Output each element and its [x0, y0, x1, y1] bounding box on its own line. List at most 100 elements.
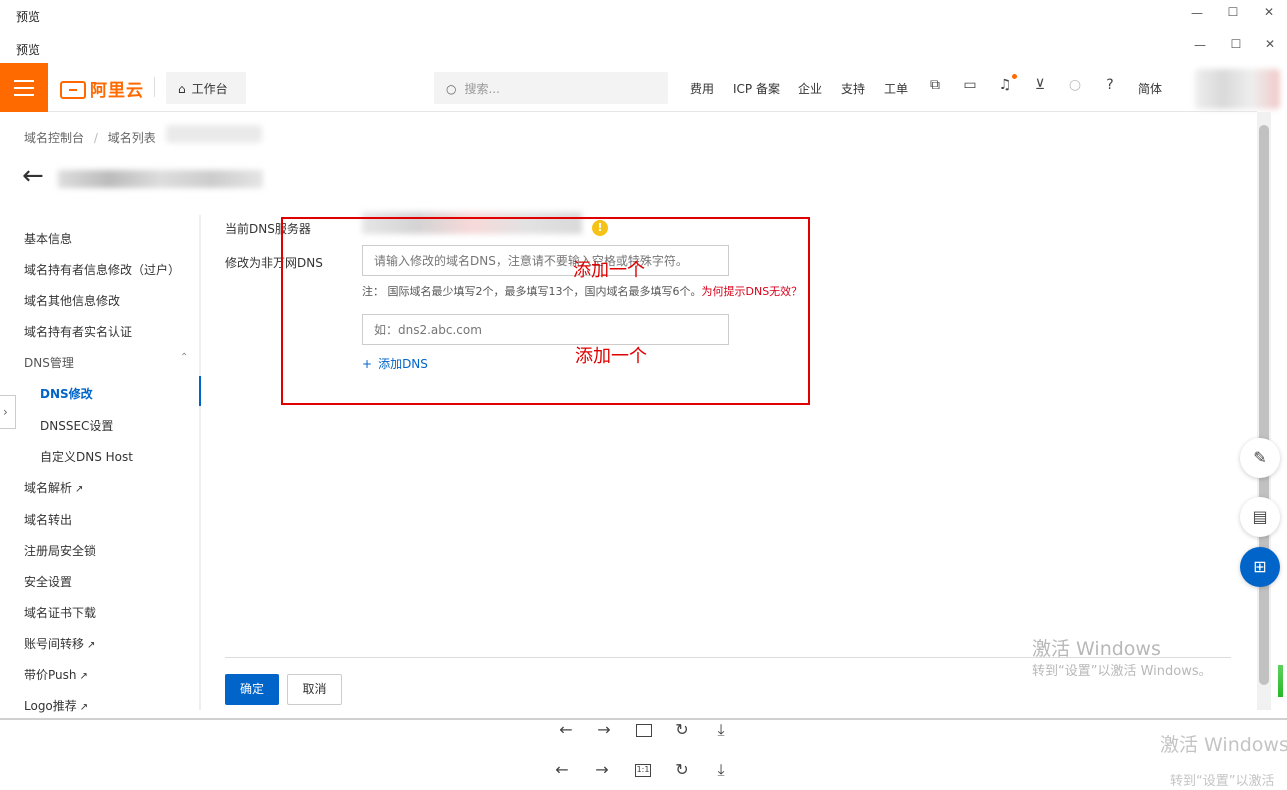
- rotate-icon[interactable]: ↻: [671, 720, 693, 739]
- next-arrow-icon[interactable]: →: [593, 720, 615, 739]
- chat-icon: ▤: [1252, 507, 1268, 526]
- search-input[interactable]: ○ 搜索...: [434, 72, 668, 104]
- windows-activation-hint: 转到“设置”以激活 Windows。: [1032, 664, 1212, 679]
- windows-activation-watermark-outer: 激活 Windows: [1160, 734, 1287, 756]
- home-icon: ⌂: [178, 82, 186, 96]
- inner-close-button[interactable]: ✕: [1258, 37, 1282, 51]
- workbench-label: 工作台: [191, 82, 228, 96]
- scrollbar-thumb[interactable]: [1259, 125, 1269, 685]
- nav-link-enterprise[interactable]: 企业: [798, 80, 822, 97]
- cancel-button[interactable]: 取消: [287, 674, 342, 705]
- redacted-domain-title: [58, 170, 263, 188]
- notification-dot: [1012, 74, 1017, 79]
- sidebar-item-label: 带价Push: [24, 668, 77, 682]
- sidebar-item-logo[interactable]: Logo推荐 ↗: [24, 697, 88, 714]
- outer-minimize-button[interactable]: —: [1185, 6, 1209, 20]
- logo-text: 阿里云: [90, 81, 144, 101]
- sidebar-item-dns-resolve[interactable]: 域名解析 ↗: [24, 479, 83, 496]
- windows-activation-hint-outer: 转到“设置”以激活: [1170, 774, 1275, 789]
- rotate-icon[interactable]: ↻: [671, 760, 693, 779]
- outer-window-titlebar: 预览 — ☐ ✕: [0, 0, 1287, 30]
- nav-link-support[interactable]: 支持: [841, 80, 865, 97]
- chevron-right-icon: ›: [3, 405, 8, 419]
- bell-icon[interactable]: ♫: [995, 77, 1015, 93]
- nav-link-ticket[interactable]: 工单: [884, 80, 908, 97]
- fit-window-icon[interactable]: [633, 720, 655, 739]
- search-placeholder: 搜索...: [464, 82, 500, 96]
- sidebar-item-cert-download[interactable]: 域名证书下载: [24, 604, 96, 621]
- download-icon[interactable]: ⤓: [710, 760, 732, 780]
- breadcrumb-domain-list[interactable]: 域名列表: [108, 131, 156, 145]
- sidebar-item-other-info[interactable]: 域名其他信息修改: [24, 292, 120, 309]
- app-icon[interactable]: ⧉: [925, 77, 945, 93]
- sidebar-item-registry-lock[interactable]: 注册局安全锁: [24, 542, 96, 559]
- annotation-text-2: 添加一个: [575, 346, 647, 367]
- language-switch[interactable]: 简体: [1138, 80, 1162, 97]
- aliyun-logo-icon: [60, 81, 86, 99]
- annotation-box: [281, 217, 810, 405]
- sidebar-item-owner-change[interactable]: 域名持有者信息修改（过户）: [24, 261, 180, 278]
- sidebar-item-label: 账号间转移: [24, 637, 85, 651]
- breadcrumb: 域名控制台 / 域名列表: [24, 129, 156, 146]
- divider: [154, 77, 155, 97]
- redacted-breadcrumb: [166, 125, 262, 143]
- sidebar-item-label: Logo推荐: [24, 699, 77, 713]
- external-link-icon: ↗: [79, 671, 88, 682]
- external-link-icon: ↗: [75, 484, 84, 495]
- back-arrow-icon[interactable]: ←: [22, 163, 44, 189]
- sidebar-item-account-transfer[interactable]: 账号间转移 ↗: [24, 635, 95, 652]
- sidebar-expand-button[interactable]: ›: [0, 395, 16, 429]
- sidebar-divider: [199, 215, 201, 710]
- actual-size-icon[interactable]: 1:1: [632, 760, 654, 779]
- nav-link-icp[interactable]: ICP 备案: [733, 80, 780, 97]
- chevron-up-icon[interactable]: ⌃: [180, 352, 188, 363]
- inner-window-title: 预览: [16, 43, 41, 57]
- edit-feedback-button[interactable]: ✎: [1240, 438, 1280, 478]
- hamburger-menu-button[interactable]: [0, 63, 48, 112]
- help-icon[interactable]: ?: [1100, 77, 1120, 93]
- prev-arrow-icon[interactable]: ←: [551, 760, 573, 779]
- confirm-button[interactable]: 确定: [225, 674, 279, 705]
- apps-grid-icon: ⊞: [1253, 557, 1267, 576]
- sidebar-item-realname[interactable]: 域名持有者实名认证: [24, 323, 132, 340]
- breadcrumb-separator: /: [93, 131, 98, 145]
- avatar[interactable]: [1195, 69, 1280, 109]
- top-header: 阿里云 ⌂ 工作台 ○ 搜索... 费用 ICP 备案 企业 支持 工单 ⧉ ▭ ♫…: [0, 63, 1280, 112]
- inner-viewer-toolbar: ← → ↻ ⤓: [540, 720, 740, 744]
- outer-window-title: 预览: [16, 10, 41, 24]
- outer-close-button[interactable]: ✕: [1257, 5, 1281, 19]
- terminal-icon[interactable]: ▭: [960, 77, 980, 93]
- lightbulb-icon[interactable]: ○: [1065, 77, 1085, 93]
- prev-arrow-icon[interactable]: ←: [555, 720, 577, 739]
- sidebar-active-indicator: [199, 376, 201, 406]
- breadcrumb-domain-console[interactable]: 域名控制台: [24, 131, 84, 145]
- chat-button[interactable]: ▤: [1240, 497, 1280, 537]
- inner-minimize-button[interactable]: —: [1188, 38, 1212, 52]
- next-arrow-icon[interactable]: →: [591, 760, 613, 779]
- sidebar-item-price-push[interactable]: 带价Push ↗: [24, 666, 88, 683]
- sidebar-item-dnssec[interactable]: DNSSEC设置: [40, 417, 113, 434]
- workbench-button[interactable]: ⌂ 工作台: [166, 72, 246, 104]
- sidebar: 基本信息 域名持有者信息修改（过户） 域名其他信息修改 域名持有者实名认证 DN…: [0, 215, 200, 713]
- annotation-text-1: 添加一个: [573, 260, 645, 281]
- apps-button[interactable]: ⊞: [1240, 547, 1280, 587]
- windows-activation-watermark: 激活 Windows: [1032, 638, 1161, 660]
- sidebar-item-dns-modify[interactable]: DNS修改: [40, 385, 93, 402]
- aliyun-logo[interactable]: 阿里云: [60, 76, 144, 101]
- sidebar-item-dns-management[interactable]: DNS管理: [24, 354, 74, 371]
- cart-icon[interactable]: ⊻: [1030, 77, 1050, 93]
- pencil-icon: ✎: [1253, 448, 1267, 467]
- sidebar-item-custom-dns-host[interactable]: 自定义DNS Host: [40, 448, 133, 465]
- sidebar-item-transfer-out[interactable]: 域名转出: [24, 511, 72, 528]
- search-icon: ○: [446, 82, 457, 96]
- external-link-icon: ↗: [87, 640, 96, 651]
- sidebar-item-label: 域名解析: [24, 481, 73, 495]
- external-link-icon: ↗: [79, 702, 89, 713]
- sidebar-item-security[interactable]: 安全设置: [24, 573, 72, 590]
- outer-maximize-button[interactable]: ☐: [1221, 5, 1245, 19]
- inner-maximize-button[interactable]: ☐: [1224, 37, 1248, 51]
- download-icon[interactable]: ⤓: [710, 720, 732, 740]
- nav-link-fees[interactable]: 费用: [690, 80, 714, 97]
- sidebar-item-basic-info[interactable]: 基本信息: [24, 230, 72, 247]
- inner-window-titlebar: 预览 — ☐ ✕: [0, 32, 1287, 62]
